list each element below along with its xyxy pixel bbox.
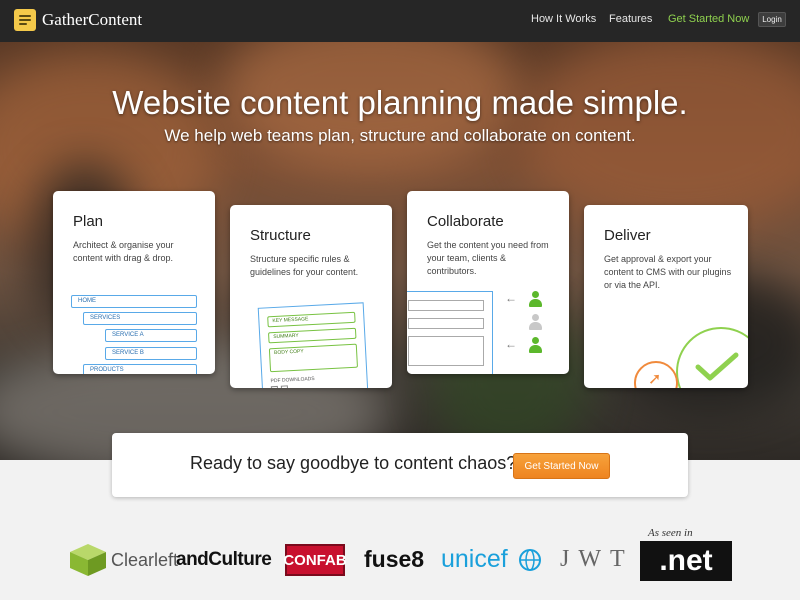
file-icon (280, 385, 289, 388)
form-sheet (407, 291, 493, 374)
card-title: Deliver (604, 227, 651, 244)
logo-text: GatherContent (42, 10, 143, 29)
pdf-downloads-label: PDF DOWNLOADS (270, 375, 315, 385)
card-description: Structure specific rules & guidelines fo… (250, 254, 359, 277)
card-description: Architect & organise your content with d… (73, 240, 174, 263)
deliver-card: Deliver Get approval & export your conte… (584, 205, 748, 388)
form-field: KEY MESSAGE (267, 311, 356, 328)
checkmark-icon (695, 352, 739, 381)
hero-section: Website content planning made simple. We… (0, 42, 800, 460)
form-sheet: KEY MESSAGE SUMMARY BODY COPY PDF DOWNLO… (257, 302, 369, 388)
user-icon (528, 291, 542, 309)
unicef-logo: unicef (441, 545, 508, 573)
form-field (408, 300, 484, 311)
clearleft-cube-icon (70, 544, 106, 576)
file-icon (270, 385, 279, 388)
tree-item: HOME (71, 295, 197, 308)
tree-item: SERVICE B (105, 347, 197, 360)
logo[interactable]: GatherContent (14, 9, 142, 31)
nav-get-started[interactable]: Get Started Now (668, 13, 749, 25)
unicef-globe-icon (519, 549, 541, 571)
get-started-button[interactable]: Get Started Now (513, 453, 610, 479)
form-field (408, 336, 484, 366)
cta-panel: Ready to say goodbye to content chaos? G… (112, 433, 688, 497)
form-field (408, 318, 484, 329)
structure-card: Structure Structure specific rules & gui… (230, 205, 392, 388)
as-seen-in-label: As seen in (648, 527, 693, 539)
arrow-left-icon: ← (505, 337, 517, 351)
andculture-logo: andCulture (176, 549, 272, 570)
card-description: Get approval & export your content to CM… (604, 254, 732, 290)
collaborate-card: Collaborate Get the content you need fro… (407, 191, 569, 374)
form-field: SUMMARY (268, 327, 357, 344)
cta-text: Ready to say goodbye to content chaos? (190, 453, 517, 473)
form-field: BODY COPY (268, 343, 358, 373)
net-magazine-logo: .net (640, 541, 732, 581)
fuse8-logo: fuse8 (364, 546, 425, 572)
export-arrow-icon: ➚ (648, 371, 662, 388)
nav-features[interactable]: Features (609, 13, 652, 25)
jwt-logo: JWT (560, 546, 634, 572)
card-description: Get the content you need from your team,… (427, 240, 549, 276)
user-icon (528, 337, 542, 355)
tree-item: PRODUCTS (83, 364, 197, 374)
tree-item: SERVICES (83, 312, 197, 325)
card-title: Collaborate (427, 213, 504, 230)
login-button[interactable]: Login (758, 12, 786, 27)
tree-item: SERVICE A (105, 329, 197, 342)
card-title: Plan (73, 213, 104, 230)
clearleft-logo: Clearleft (111, 550, 179, 570)
confab-logo: CONFAB (283, 544, 347, 576)
card-title: Structure (250, 227, 311, 244)
nav-how-it-works[interactable]: How It Works (531, 13, 596, 25)
top-nav: GatherContent How It Works Features Get … (0, 0, 800, 42)
plan-card: Plan Architect & organise your content w… (53, 191, 215, 374)
gathercontent-logo-icon (14, 9, 36, 31)
hero-subtitle: We help web teams plan, structure and co… (164, 126, 636, 145)
user-icon (528, 314, 542, 332)
arrow-left-icon: ← (505, 291, 517, 305)
hero-title: Website content planning made simple. (112, 84, 688, 121)
